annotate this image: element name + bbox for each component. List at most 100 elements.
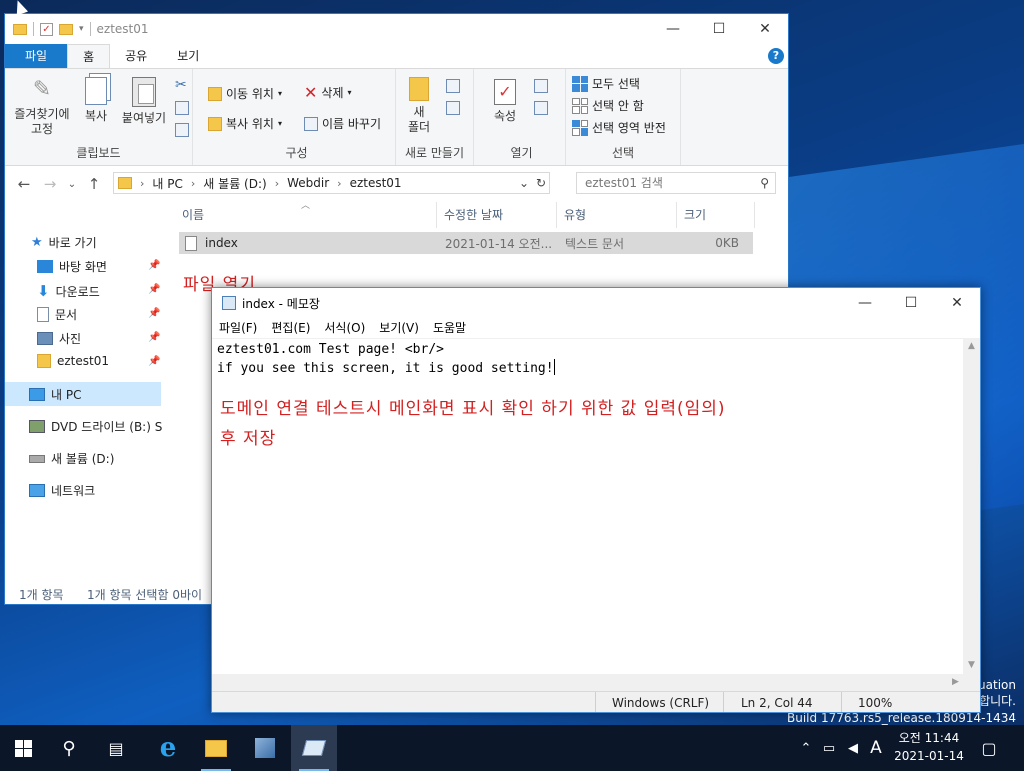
customize-dropdown-icon[interactable]: ▾	[79, 24, 84, 34]
clock[interactable]: 오전 11:44 2021-01-14	[890, 729, 968, 765]
column-size[interactable]: 크기	[677, 202, 755, 228]
help-icon[interactable]: ?	[768, 48, 784, 64]
invert-selection-button[interactable]: 선택 영역 반전	[572, 119, 666, 136]
navigation-pane: ★ 바로 가기 바탕 화면 📌 ⬇ 다운로드 📌 문서 📌 사진 📌 eztes…	[5, 202, 163, 587]
new-item-icon[interactable]	[446, 79, 460, 93]
show-hidden-icons[interactable]: ⌃	[798, 725, 814, 771]
copy-button[interactable]: 복사	[77, 77, 115, 124]
breadcrumb-webdir[interactable]: Webdir	[287, 176, 329, 190]
nav-pictures[interactable]: 사진	[37, 330, 81, 347]
start-button[interactable]	[0, 725, 46, 771]
menu-file[interactable]: 파일(F)	[212, 318, 264, 338]
column-modified[interactable]: 수정한 날짜	[437, 202, 557, 228]
nav-network-label: 네트워크	[51, 484, 96, 498]
notepad-taskbar-button[interactable]	[291, 725, 337, 771]
nav-this-pc[interactable]: 내 PC	[29, 386, 81, 403]
tab-home[interactable]: 홈	[67, 44, 111, 68]
nav-quick-access[interactable]: ★ 바로 가기	[31, 234, 97, 251]
minimize-button[interactable]: —	[650, 14, 696, 44]
nav-downloads[interactable]: ⬇ 다운로드	[37, 282, 100, 300]
clipboard-group-label: 클립보드	[76, 146, 121, 160]
nav-dvd[interactable]: DVD 드라이브 (B:) S	[29, 418, 162, 435]
minimize-button[interactable]: —	[842, 288, 888, 318]
nav-network[interactable]: 네트워크	[29, 482, 95, 499]
folder-icon	[13, 23, 27, 35]
new-folder-button[interactable]: 새 폴더	[404, 77, 434, 135]
search-button[interactable]: ⚲	[46, 725, 92, 771]
server-manager-button[interactable]	[242, 725, 288, 771]
network-tray-icon[interactable]: ▭	[818, 725, 840, 771]
paste-shortcut-icon[interactable]	[175, 123, 189, 137]
task-view-button[interactable]: ▤	[93, 725, 139, 771]
menu-edit[interactable]: 편집(E)	[264, 318, 317, 338]
menu-format[interactable]: 서식(O)	[317, 318, 372, 338]
file-explorer-button[interactable]	[193, 725, 239, 771]
new-folder-icon[interactable]	[59, 23, 73, 35]
nav-desktop[interactable]: 바탕 화면	[37, 258, 107, 275]
nav-eztest01[interactable]: eztest01	[37, 354, 109, 368]
breadcrumb-this-pc[interactable]: 내 PC	[152, 175, 182, 192]
horizontal-scrollbar[interactable]: ▶	[212, 674, 964, 691]
select-all-button[interactable]: 모두 선택	[572, 75, 640, 92]
search-input[interactable]: eztest01 검색 ⚲	[576, 172, 776, 194]
scroll-up-icon[interactable]: ▲	[963, 338, 980, 355]
menu-help[interactable]: 도움말	[426, 318, 473, 338]
rename-button[interactable]: 이름 바꾸기	[304, 115, 381, 132]
notification-icon[interactable]: ▢	[976, 725, 1002, 771]
properties-icon[interactable]: ✓	[40, 22, 53, 36]
breadcrumb-volume[interactable]: 새 볼륨 (D:)	[203, 175, 266, 192]
invert-selection-label: 선택 영역 반전	[592, 121, 666, 135]
rename-icon	[304, 116, 318, 131]
scroll-down-icon[interactable]: ▼	[963, 657, 980, 674]
maximize-button[interactable]: ☐	[696, 14, 742, 44]
properties-button[interactable]: ✓ 속성	[490, 79, 520, 124]
select-all-label: 모두 선택	[592, 77, 640, 91]
nav-documents[interactable]: 문서	[37, 306, 77, 323]
up-icon[interactable]: ↑	[81, 175, 107, 193]
refresh-icon[interactable]: ↻	[536, 176, 546, 190]
zoom-level: 100%	[841, 692, 980, 712]
nav-volume-label: 새 볼륨 (D:)	[51, 452, 115, 466]
tab-file[interactable]: 파일	[5, 44, 68, 68]
column-type[interactable]: 유형	[557, 202, 677, 228]
breadcrumb-eztest01[interactable]: eztest01	[350, 176, 402, 190]
pin-quick-access-button[interactable]: ✎ 즐겨찾기에 고정	[11, 77, 73, 137]
volume-muted-icon[interactable]: ◀	[842, 725, 864, 771]
edit-icon[interactable]	[534, 101, 548, 115]
separator	[89, 22, 91, 36]
scroll-right-icon[interactable]: ▶	[947, 674, 964, 691]
maximize-button[interactable]: ☐	[888, 288, 934, 318]
ime-indicator[interactable]: A	[866, 725, 886, 771]
column-name[interactable]: 이름	[175, 202, 437, 228]
taskbar: ⚲ ▤ e ⌃ ▭ ◀ A 오전 11:44 2021-01-14 ▢	[0, 725, 1024, 771]
copy-to-button[interactable]: 복사 위치 ▾	[208, 115, 282, 132]
move-to-label: 이동 위치	[226, 87, 274, 101]
tab-view[interactable]: 보기	[162, 44, 214, 68]
close-button[interactable]: ✕	[934, 288, 980, 318]
nav-volume[interactable]: 새 볼륨 (D:)	[29, 450, 114, 467]
move-to-button[interactable]: 이동 위치 ▾	[208, 85, 282, 102]
easy-access-icon[interactable]	[446, 101, 460, 115]
paste-button[interactable]: 붙여넣기	[117, 77, 171, 126]
recent-dropdown-icon[interactable]: ⌄	[63, 179, 81, 190]
file-row[interactable]: index 2021-01-14 오전... 텍스트 문서 0KB	[179, 232, 753, 254]
forward-icon[interactable]: →	[37, 175, 63, 193]
delete-button[interactable]: ✕ 삭제 ▾	[304, 83, 352, 102]
close-button[interactable]: ✕	[742, 14, 788, 44]
address-bar[interactable]: › 내 PC › 새 볼륨 (D:) › Webdir › eztest01 ⌄…	[113, 172, 550, 194]
cut-icon[interactable]: ✂	[175, 77, 187, 93]
search-icon: ⚲	[62, 737, 76, 759]
notepad-editor[interactable]: eztest01.com Test page! <br/> if you see …	[212, 338, 964, 688]
open-icon[interactable]	[534, 79, 548, 93]
menu-view[interactable]: 보기(V)	[372, 318, 426, 338]
ribbon-tabs: 파일 홈 공유 보기	[5, 44, 788, 68]
select-none-label: 선택 안 함	[592, 99, 644, 113]
vertical-scrollbar[interactable]: ▲ ▼	[963, 338, 980, 674]
back-icon[interactable]: ←	[11, 175, 37, 193]
select-none-button[interactable]: 선택 안 함	[572, 97, 644, 114]
chevron-down-icon[interactable]: ⌄	[519, 176, 529, 190]
copy-path-icon[interactable]	[175, 101, 189, 115]
tab-share[interactable]: 공유	[110, 44, 162, 68]
editor-line-1: eztest01.com Test page! <br/>	[217, 342, 444, 357]
internet-explorer-button[interactable]: e	[145, 725, 191, 771]
